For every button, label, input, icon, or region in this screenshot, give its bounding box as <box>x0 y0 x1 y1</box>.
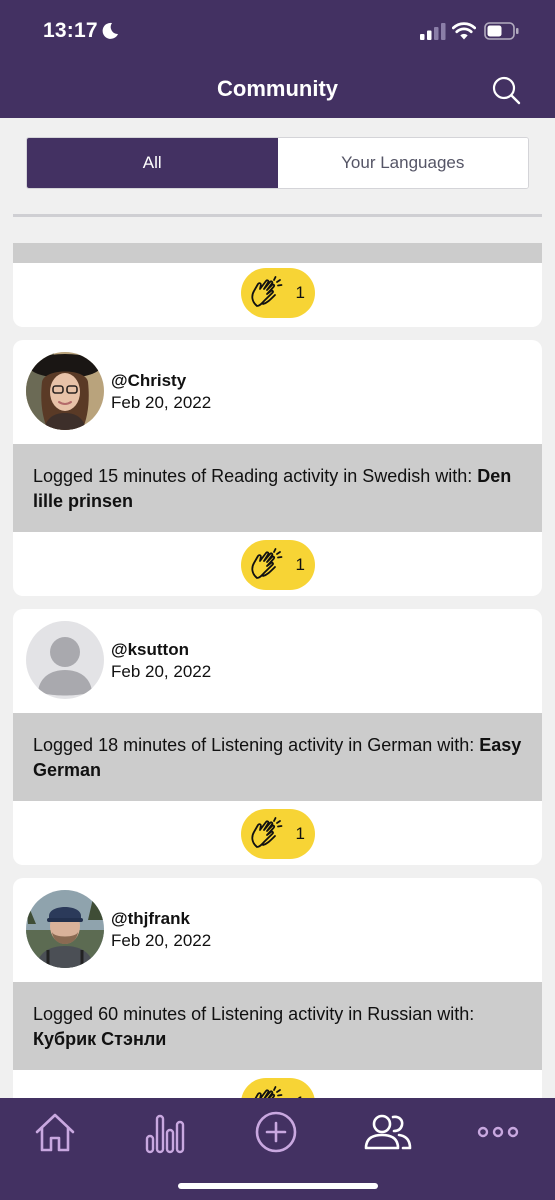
clap-row: 1 <box>13 265 542 320</box>
community-icon <box>364 1114 412 1150</box>
add-icon <box>255 1111 297 1153</box>
activity-text-area <box>13 243 542 263</box>
clap-count: 1 <box>295 823 305 843</box>
activity-text: Logged 18 minutes of Listening activity … <box>13 713 542 801</box>
clap-hands-icon <box>250 816 282 848</box>
activity-text: Logged 60 minutes of Listening activity … <box>13 982 542 1070</box>
clap-row: 1 <box>13 1075 542 1098</box>
feed-card: @thjfrank Feb 20, 2022 Logged 60 minutes… <box>13 878 542 1098</box>
status-time: 13:17 <box>43 19 98 42</box>
tab-your-languages[interactable]: Your Languages <box>277 138 528 188</box>
page-title: Community <box>217 76 338 101</box>
tab-all[interactable]: All <box>27 138 278 188</box>
activity-text: Logged 15 minutes of Reading activity in… <box>13 444 542 532</box>
moon-icon <box>102 22 118 39</box>
battery-icon <box>484 22 519 40</box>
home-icon <box>35 1113 75 1152</box>
cellular-signal-icon <box>420 23 446 40</box>
clap-hands-icon <box>253 1085 282 1098</box>
clap-row: 1 <box>13 537 542 592</box>
feed-card: @Christy Feb 20, 2022 Logged 15 minutes … <box>13 340 542 596</box>
activity-description: Logged 60 minutes of Listening activity … <box>33 1004 475 1024</box>
more-icon <box>477 1126 519 1138</box>
stats-icon <box>145 1114 185 1154</box>
feed-card: @ksutton Feb 20, 2022 Logged 18 minutes … <box>13 609 542 865</box>
clap-button[interactable]: 1 <box>240 808 315 859</box>
username[interactable]: @Christy <box>111 371 186 391</box>
clap-button[interactable]: 1 <box>240 539 315 590</box>
feed-card: 1 <box>13 243 542 327</box>
avatar[interactable] <box>26 621 104 699</box>
tab-more[interactable] <box>472 1106 524 1158</box>
avatar[interactable] <box>26 890 104 968</box>
home-indicator <box>178 1183 378 1189</box>
clap-button[interactable]: 1 <box>240 1077 315 1098</box>
resource-title: Кубрик Стэнли <box>33 1029 167 1049</box>
tab-home[interactable] <box>29 1106 81 1158</box>
app-header: 13:17 Community <box>0 0 555 118</box>
clap-hands-icon <box>250 547 282 579</box>
tab-stats[interactable] <box>138 1106 190 1158</box>
status-bar: 13:17 <box>0 0 555 62</box>
username[interactable]: @thjfrank <box>111 909 190 929</box>
clap-hands-icon <box>250 275 282 307</box>
post-date: Feb 20, 2022 <box>111 931 212 950</box>
clap-count: 1 <box>295 554 305 574</box>
clap-row: 1 <box>13 806 542 861</box>
search-icon[interactable] <box>490 74 522 106</box>
activity-description: Logged 15 minutes of Reading activity in… <box>33 466 478 486</box>
avatar[interactable] <box>26 352 104 430</box>
wifi-icon <box>452 22 476 40</box>
clap-button[interactable]: 1 <box>240 267 315 318</box>
activity-feed[interactable]: 1 @Christy Feb 20, 2022 Logged 15 minute… <box>0 243 555 1098</box>
divider <box>13 214 542 217</box>
post-date: Feb 20, 2022 <box>111 393 212 412</box>
username[interactable]: @ksutton <box>111 640 189 660</box>
clap-count: 1 <box>295 282 305 302</box>
post-date: Feb 20, 2022 <box>111 662 212 681</box>
feed-filter-tabs: All Your Languages <box>26 137 529 189</box>
activity-description: Logged 18 minutes of Listening activity … <box>33 735 480 755</box>
tab-community[interactable] <box>362 1106 414 1158</box>
tab-add[interactable] <box>250 1106 302 1158</box>
